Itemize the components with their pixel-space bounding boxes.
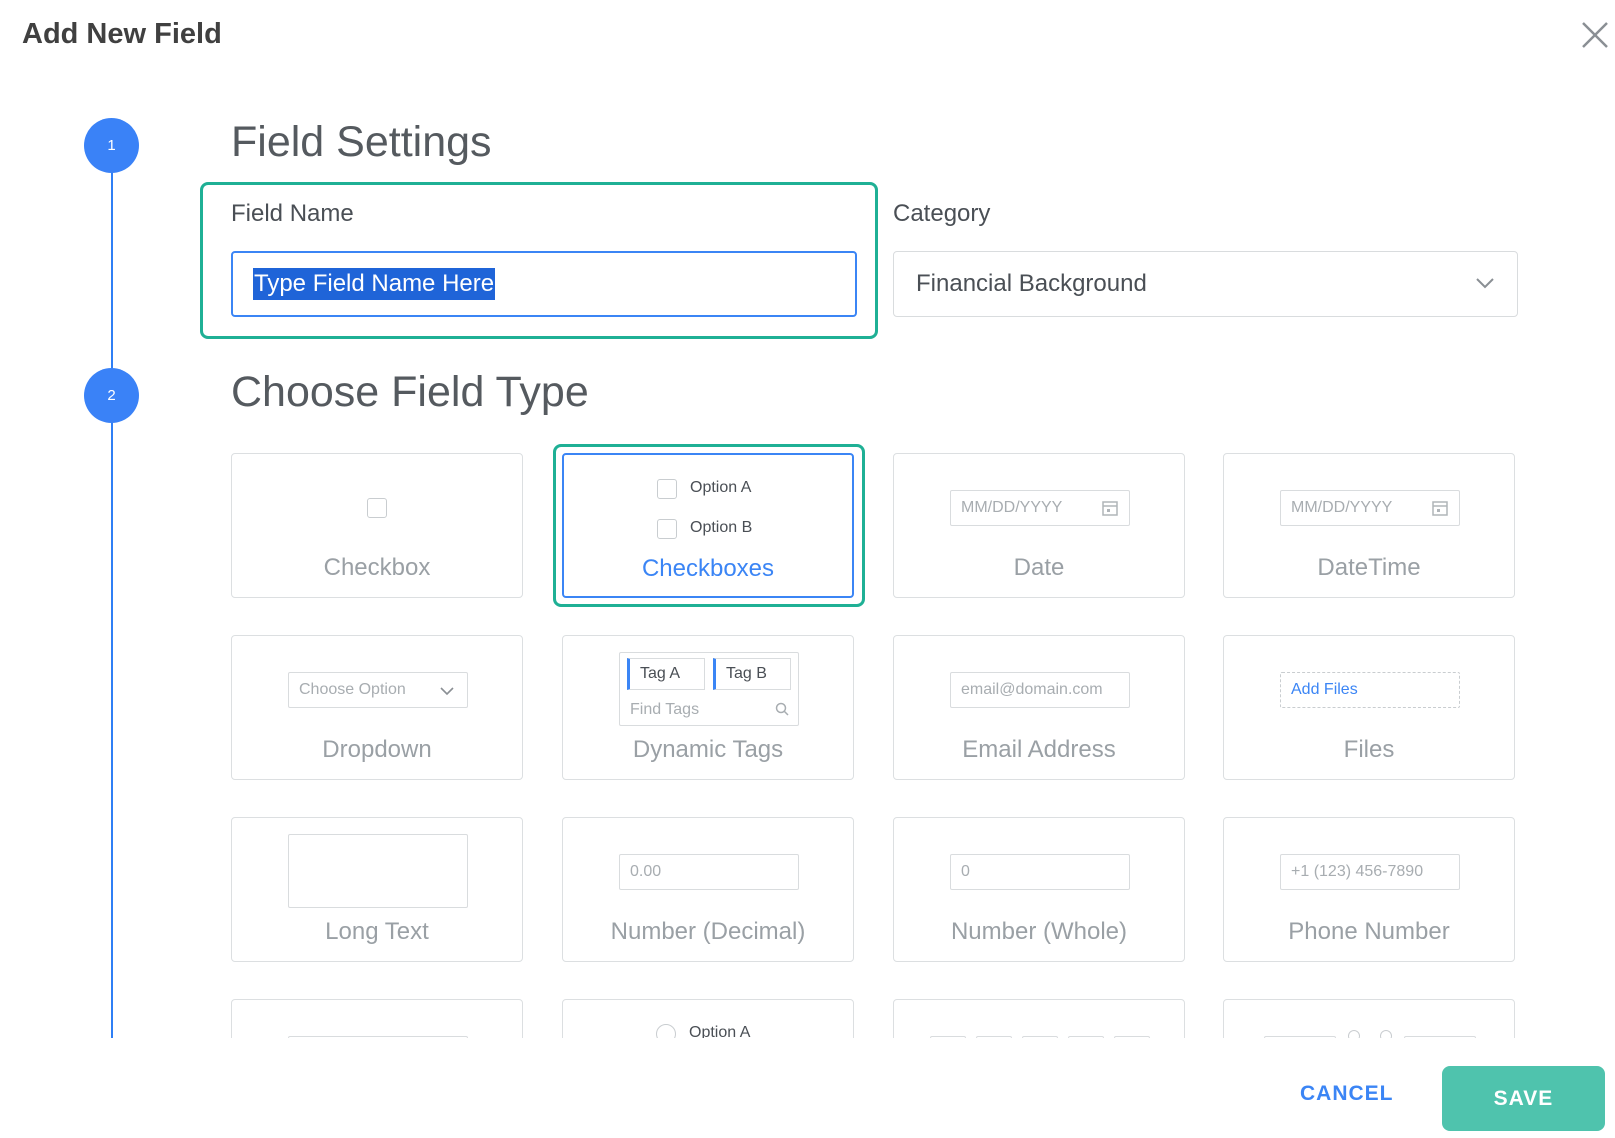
field-type-label: Dynamic Tags: [632, 736, 784, 763]
decimal-preview-input: 0.00: [619, 854, 799, 890]
field-name-label: Field Name: [231, 200, 354, 227]
field-type-files[interactable]: Add Files Files: [1223, 635, 1515, 780]
option-label: Option A: [690, 479, 752, 496]
checkbox-preview: [367, 498, 387, 518]
option-label: Option B: [690, 519, 753, 536]
chevron-down-icon: [1476, 278, 1494, 289]
radio-preview: [656, 1024, 676, 1038]
field-type-email[interactable]: email@domain.com Email Address: [893, 635, 1185, 780]
field-type-dropdown[interactable]: Choose Option Dropdown: [231, 635, 523, 780]
tag-chip: Tag B: [713, 658, 791, 690]
segment-preview: [930, 1036, 966, 1038]
close-icon: [1582, 22, 1608, 48]
segment-preview: [976, 1036, 1012, 1038]
step-1-badge: 1: [84, 118, 139, 173]
field-type-label: Date: [1013, 554, 1065, 581]
field-type-number-whole[interactable]: 0 Number (Whole): [893, 817, 1185, 962]
field-type-label: Number (Decimal): [610, 918, 806, 945]
field-type-long-text[interactable]: Long Text: [231, 817, 523, 962]
email-preview-input: email@domain.com: [950, 672, 1130, 708]
dialog-title: Add New Field: [22, 18, 222, 50]
add-files-dropzone: Add Files: [1280, 672, 1460, 708]
option-label: Option A: [689, 1024, 751, 1038]
range-dot: [1348, 1030, 1360, 1038]
field-type-grid: Checkbox Option A Option B Checkboxes MM…: [0, 420, 1615, 1038]
field-type-label: Phone Number: [1288, 918, 1450, 945]
phone-preview-input: +1 (123) 456-7890: [1280, 854, 1460, 890]
tag-chip: Tag A: [627, 658, 705, 690]
long-text-preview: [288, 834, 468, 908]
field-type-label: Dropdown: [322, 736, 432, 763]
category-select[interactable]: Financial Background: [893, 251, 1518, 317]
calendar-icon: [1432, 501, 1448, 516]
field-type-label: DateTime: [1317, 554, 1421, 581]
field-type-label: Checkbox: [323, 554, 431, 581]
segment-preview: [1114, 1036, 1150, 1038]
range-preview: [1264, 1036, 1336, 1038]
step-2-badge: 2: [84, 368, 139, 423]
field-type-number-decimal[interactable]: 0.00 Number (Decimal): [562, 817, 854, 962]
field-type-label: Files: [1343, 736, 1395, 763]
save-button[interactable]: SAVE: [1442, 1066, 1605, 1131]
close-button[interactable]: [1580, 20, 1610, 50]
field-type-dynamic-tags[interactable]: Find Tags Tag A Tag B Dynamic Tags: [562, 635, 854, 780]
field-type-card[interactable]: [231, 999, 523, 1038]
range-dot: [1380, 1030, 1392, 1038]
field-type-label: Checkboxes: [641, 555, 775, 582]
category-value: Financial Background: [916, 270, 1147, 297]
card-preview: [288, 1036, 468, 1038]
whole-number-preview-input: 0: [950, 854, 1130, 890]
field-name-input[interactable]: Type Field Name Here: [231, 251, 857, 317]
field-type-label: Number (Whole): [950, 918, 1128, 945]
field-type-checkbox[interactable]: Checkbox: [231, 453, 523, 598]
calendar-icon: [1102, 501, 1118, 516]
field-type-datetime[interactable]: MM/DD/YYYY DateTime: [1223, 453, 1515, 598]
field-type-card[interactable]: [1223, 999, 1515, 1038]
date-preview-input: MM/DD/YYYY: [950, 490, 1130, 526]
choose-field-type-heading: Choose Field Type: [231, 368, 589, 416]
segment-preview: [1022, 1036, 1058, 1038]
field-type-label: Long Text: [325, 918, 429, 945]
datetime-preview-input: MM/DD/YYYY: [1280, 490, 1460, 526]
field-type-label: Email Address: [962, 736, 1116, 763]
field-settings-heading: Field Settings: [231, 118, 492, 166]
dropdown-preview: Choose Option: [288, 672, 468, 708]
checkbox-preview: [657, 479, 677, 499]
chevron-down-icon: [440, 687, 454, 696]
field-type-checkboxes[interactable]: Option A Option B Checkboxes: [562, 453, 854, 598]
field-type-card[interactable]: [893, 999, 1185, 1038]
field-type-date[interactable]: MM/DD/YYYY Date: [893, 453, 1185, 598]
field-type-radio[interactable]: Option A: [562, 999, 854, 1038]
field-type-phone[interactable]: +1 (123) 456-7890 Phone Number: [1223, 817, 1515, 962]
checkbox-preview: [657, 519, 677, 539]
category-label: Category: [893, 200, 991, 227]
segment-preview: [1068, 1036, 1104, 1038]
search-icon: [775, 702, 789, 716]
range-preview: [1404, 1036, 1476, 1038]
field-name-selected-text: Type Field Name Here: [253, 268, 496, 300]
cancel-button[interactable]: CANCEL: [1300, 1082, 1394, 1106]
